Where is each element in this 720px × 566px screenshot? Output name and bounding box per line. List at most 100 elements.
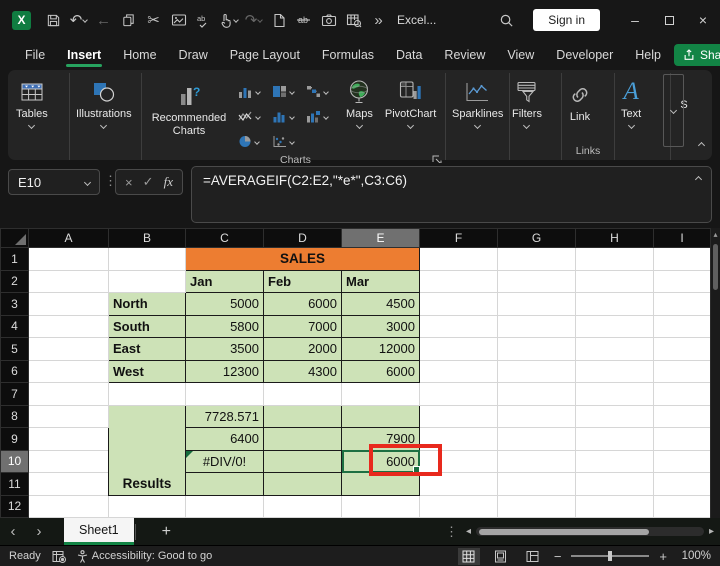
cell-A10[interactable] [28, 450, 109, 473]
cell-C6[interactable]: 12300 [185, 359, 264, 383]
cell-F2[interactable] [419, 270, 498, 293]
cell-C12[interactable] [185, 495, 264, 518]
cell-I11[interactable] [653, 472, 711, 496]
cell-H10[interactable] [575, 450, 654, 473]
cell-C8[interactable]: 7728.571 [185, 404, 264, 428]
row-header-11[interactable]: 11 [0, 472, 29, 496]
close-button[interactable]: × [686, 4, 720, 36]
illustrations-button[interactable]: Illustrations [70, 73, 138, 129]
cell-H4[interactable] [575, 315, 654, 338]
cell-I5[interactable] [653, 337, 711, 361]
search-icon[interactable] [494, 6, 519, 34]
tables-dropdown-chevron[interactable] [28, 121, 36, 129]
cell-G8[interactable] [497, 405, 576, 428]
scroll-up-icon[interactable]: ▴ [713, 228, 717, 242]
illustrations-dropdown-chevron[interactable] [100, 121, 108, 129]
tab-home[interactable]: Home [114, 43, 165, 67]
camera-icon[interactable] [316, 6, 341, 34]
cell-H5[interactable] [575, 337, 654, 361]
cell-A8[interactable] [28, 405, 109, 428]
minimize-button[interactable]: – [618, 4, 652, 36]
row-header-3[interactable]: 3 [0, 292, 29, 316]
cell-H2[interactable] [575, 270, 654, 293]
column-header-C[interactable]: C [185, 228, 264, 248]
cell-G2[interactable] [497, 270, 576, 293]
column-header-A[interactable]: A [28, 228, 109, 248]
save-icon[interactable] [41, 6, 66, 34]
cell-I10[interactable] [653, 450, 711, 473]
cell-B8[interactable]: Results [108, 404, 186, 496]
page-break-preview-button[interactable] [522, 548, 544, 565]
tab-insert[interactable]: Insert [58, 43, 110, 67]
cell-A3[interactable] [28, 292, 109, 316]
waterfall-chart-button[interactable] [306, 79, 340, 104]
combo-chart-button[interactable] [306, 104, 340, 129]
cell-I3[interactable] [653, 292, 711, 316]
maps-button[interactable]: Maps [340, 73, 379, 129]
vertical-scrollbar[interactable]: ▴ [710, 228, 720, 518]
zoom-slider[interactable] [571, 551, 650, 561]
touch-mode-dropdown-chevron[interactable] [233, 17, 239, 23]
cell-I12[interactable] [653, 495, 711, 518]
cell-H3[interactable] [575, 292, 654, 316]
link-button[interactable]: Link [562, 73, 598, 124]
column-header-E[interactable]: E [341, 228, 420, 248]
cell-F10[interactable] [419, 450, 498, 473]
text-button[interactable]: A Text [615, 73, 647, 129]
cell-B12[interactable] [108, 495, 186, 518]
cell-H7[interactable] [575, 382, 654, 406]
sign-in-button[interactable]: Sign in [533, 9, 600, 31]
next-sheet-icon[interactable]: › [26, 523, 52, 540]
cell-C10[interactable]: #DIV/0! [185, 449, 264, 473]
cell-B7[interactable] [108, 382, 186, 406]
line-chart-button[interactable] [238, 104, 272, 129]
cell-G7[interactable] [497, 382, 576, 406]
cell-F5[interactable] [419, 337, 498, 361]
cell-C2[interactable]: Jan [185, 269, 264, 293]
name-box[interactable]: E10 [8, 169, 100, 195]
cell-E5[interactable]: 12000 [341, 337, 420, 361]
row-header-4[interactable]: 4 [0, 314, 29, 338]
cell-G3[interactable] [497, 292, 576, 316]
cell-I6[interactable] [653, 360, 711, 383]
cell-F12[interactable] [419, 495, 498, 518]
cell-C7[interactable] [185, 382, 264, 406]
sparklines-button[interactable]: Sparklines [446, 73, 509, 129]
zoom-in-icon[interactable]: + [659, 549, 667, 564]
horizontal-scroll-thumb[interactable] [478, 528, 649, 535]
cell-E11[interactable] [341, 472, 420, 496]
row-header-9[interactable]: 9 [0, 427, 29, 451]
cell-A9[interactable] [28, 427, 109, 451]
row-header-12[interactable]: 12 [0, 494, 29, 518]
row-header-10[interactable]: 10 [0, 449, 29, 473]
column-header-G[interactable]: G [497, 228, 576, 248]
spelling-icon[interactable]: ab [191, 6, 216, 34]
cell-B2[interactable] [108, 270, 186, 293]
recommended-charts-button[interactable]: ? Recommended Charts [142, 73, 236, 137]
page-layout-view-button[interactable] [490, 548, 512, 565]
cell-D6[interactable]: 4300 [263, 359, 342, 383]
tab-review[interactable]: Review [435, 43, 494, 67]
pivotchart-dropdown-chevron[interactable] [407, 121, 415, 129]
cell-C11[interactable] [185, 472, 264, 496]
cell-B3[interactable]: North [108, 292, 186, 316]
cancel-icon[interactable]: × [125, 175, 133, 190]
insert-function-icon[interactable]: fx [164, 174, 173, 190]
cell-E3[interactable]: 4500 [341, 292, 420, 316]
scatter-chart-button[interactable] [272, 129, 306, 154]
cell-I1[interactable] [653, 247, 711, 271]
zoom-level[interactable]: 100% [677, 550, 711, 562]
cell-E10[interactable]: 6000 [341, 449, 421, 473]
cell-I8[interactable] [653, 405, 711, 428]
tab-page-layout[interactable]: Page Layout [221, 43, 309, 67]
collapse-formula-bar-chevron[interactable] [694, 175, 703, 184]
sparklines-dropdown-chevron[interactable] [474, 121, 482, 129]
cell-F7[interactable] [419, 382, 498, 406]
cell-D11[interactable] [263, 472, 342, 496]
tab-help[interactable]: Help [626, 43, 670, 67]
cell-I4[interactable] [653, 315, 711, 338]
enter-check-icon[interactable]: ✓ [143, 174, 154, 190]
cell-A6[interactable] [28, 360, 109, 383]
column-header-F[interactable]: F [419, 228, 498, 248]
tab-formulas[interactable]: Formulas [313, 43, 383, 67]
